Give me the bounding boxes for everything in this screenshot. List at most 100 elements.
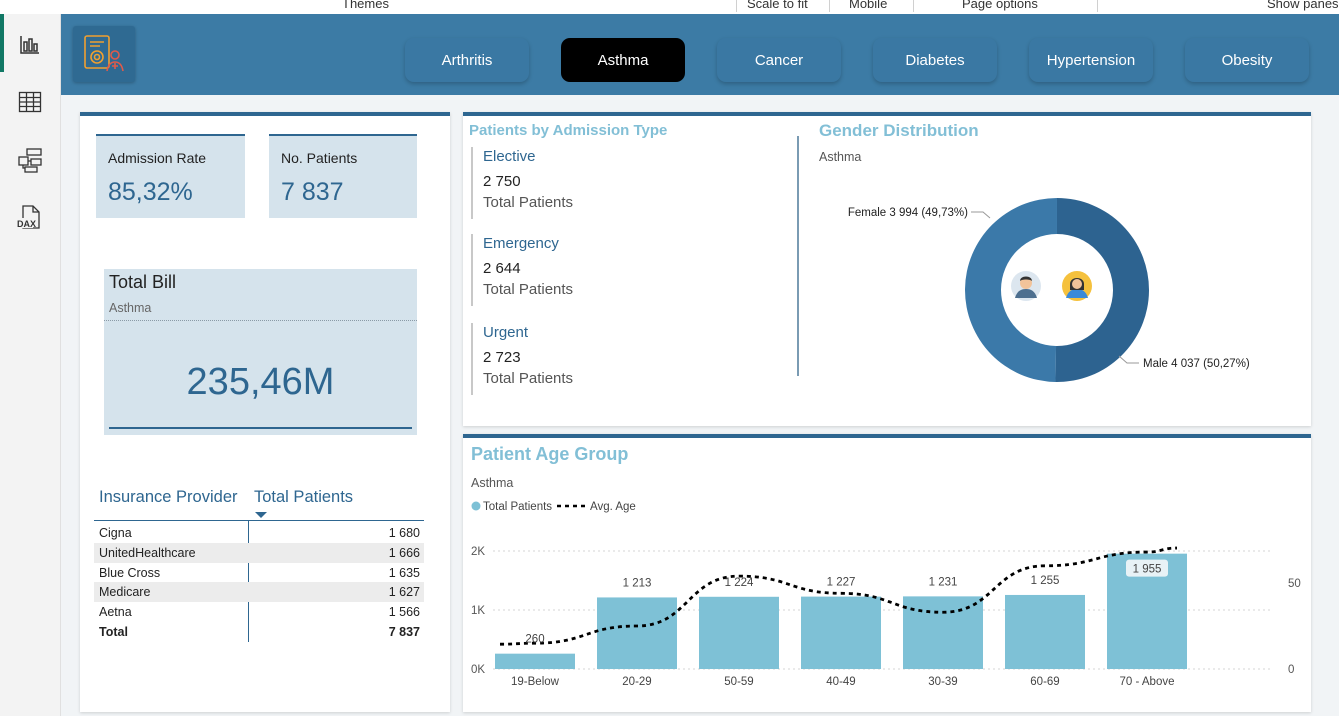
total-bill-value: 235,46M [186,361,335,403]
x-tick-label: 50-59 [724,676,753,688]
bar-data-label: 1 255 [1031,575,1060,587]
x-tick-label: 60-69 [1030,676,1059,688]
table-row[interactable]: Medicare 1 627 [94,582,424,602]
age-group-chart: Total Patients Avg. Age 2K 1K 0K 50 0 19-Bel… [471,501,1301,688]
x-tick-label: 40-49 [826,676,855,688]
table-row[interactable]: Cigna 1 680 [94,523,424,543]
bar-total-patients [597,597,677,669]
female-slice [965,198,1057,382]
tab-arthritis[interactable]: Arthritis [405,38,529,82]
provider-patients: 1 627 [388,585,420,599]
provider-patients: 1 566 [388,605,420,619]
active-view-indicator [0,14,4,72]
sort-descending-icon[interactable] [255,512,267,518]
insurance-provider-header[interactable]: Insurance Provider [99,488,238,507]
tab-asthma[interactable]: Asthma [561,38,685,82]
legend-total-patients: Total Patients [483,501,552,513]
table-header-rule [94,520,424,521]
gender-donut-chart: Female 3 994 (49,73%) Male 4 037 (50,27%… [848,198,1250,383]
provider-patients: 1 680 [388,526,420,540]
admission-gender-card: Patients by Admission Type Elective 2 75… [463,112,1311,426]
divider [109,427,412,429]
provider-name: Medicare [99,585,151,599]
health-report-logo [73,26,135,82]
tab-diabetes[interactable]: Diabetes [873,38,997,82]
total-bill-subtitle: Asthma [109,301,152,315]
tab-obesity[interactable]: Obesity [1185,38,1309,82]
divider [104,320,417,321]
y-tick-right: 0 [1288,664,1294,676]
view-switcher-rail [0,14,61,716]
table-view-icon[interactable] [16,88,44,116]
provider-patients: 1 666 [388,546,420,560]
male-avatar-icon [1011,271,1041,301]
provider-name: Cigna [99,526,132,540]
report-header: Arthritis Asthma Cancer Diabetes Hyperte… [61,14,1339,95]
report-view-icon[interactable] [16,30,44,58]
provider-patients: 1 635 [388,566,420,580]
patients-label: No. Patients [281,150,358,166]
ribbon-bar: Themes Scale to fit Mobile Page options … [0,0,1339,15]
bar-total-patients [903,596,983,669]
age-group-card: Patient Age Group Asthma Total Patients … [463,434,1311,712]
total-bill-card: Total Bill Asthma 235,46M [104,269,417,435]
themes-button[interactable]: Themes [342,0,389,11]
bar-total-patients [1005,594,1085,669]
table-row[interactable]: Aetna 1 566 [94,602,424,622]
male-leader-line [1118,355,1139,364]
mobile-button[interactable]: Mobile [849,0,887,11]
provider-name: Blue Cross [99,566,161,580]
page-options-button[interactable]: Page options [962,0,1038,11]
total-patients-header[interactable]: Total Patients [254,488,353,507]
table-row[interactable]: Blue Cross 1 635 [94,563,424,583]
bar-data-label: 1 227 [827,577,856,589]
report-canvas: Arthritis Asthma Cancer Diabetes Hyperte… [61,14,1339,716]
legend-bar-swatch [471,501,481,511]
y-tick-left: 2K [471,546,485,558]
table-row[interactable]: UnitedHealthcare 1 666 [94,543,424,563]
dax-query-view-icon[interactable]: DAX [16,204,44,232]
bar-total-patients [699,596,779,669]
x-tick-label: 30-39 [928,676,957,688]
scale-to-fit-button[interactable]: Scale to fit [747,0,808,11]
bar-total-patients [495,653,575,669]
summary-card: Admission Rate 85,32% No. Patients 7 837… [80,112,450,712]
table-total-row: Total 7 837 [94,622,424,642]
provider-name: UnitedHealthcare [99,546,196,560]
female-data-label: Female 3 994 (49,73%) [848,207,968,219]
x-tick-label: 70 - Above [1120,676,1175,688]
admission-rate-label: Admission Rate [108,150,207,166]
ribbon-divider [913,0,914,12]
y-tick-right: 50 [1288,578,1301,590]
total-value: 7 837 [388,625,420,639]
provider-name: Aetna [99,605,132,619]
female-leader-line [971,211,991,219]
bar-data-label: 260 [525,634,544,646]
ribbon-divider [736,0,737,12]
y-tick-left: 1K [471,605,485,617]
show-panes-button[interactable]: Show panes [1267,0,1339,11]
ribbon-divider [1097,0,1098,12]
patients-value: 7 837 [281,178,344,206]
total-bill-title: Total Bill [109,272,177,292]
bar-data-label: 1 231 [929,576,958,588]
bar-data-label: 1 213 [623,577,652,589]
legend-avg-age: Avg. Age [590,501,636,513]
admission-rate-kpi: Admission Rate 85,32% [96,134,245,218]
bar-data-label: 1 224 [725,577,754,589]
bar-data-label: 1 955 [1133,564,1162,576]
x-tick-label: 19-Below [511,676,560,688]
tab-cancer[interactable]: Cancer [717,38,841,82]
ribbon-divider [829,0,830,12]
bar-total-patients [801,596,881,669]
y-tick-left: 0K [471,664,485,676]
tab-hypertension[interactable]: Hypertension [1029,38,1153,82]
total-label: Total [99,625,128,639]
dax-label: DAX [17,219,36,229]
female-avatar-icon [1062,271,1092,301]
model-view-icon[interactable] [16,146,44,174]
patients-kpi: No. Patients 7 837 [269,134,417,218]
x-tick-label: 20-29 [622,676,651,688]
admission-rate-value: 85,32% [108,178,193,206]
male-data-label: Male 4 037 (50,27%) [1143,358,1250,370]
